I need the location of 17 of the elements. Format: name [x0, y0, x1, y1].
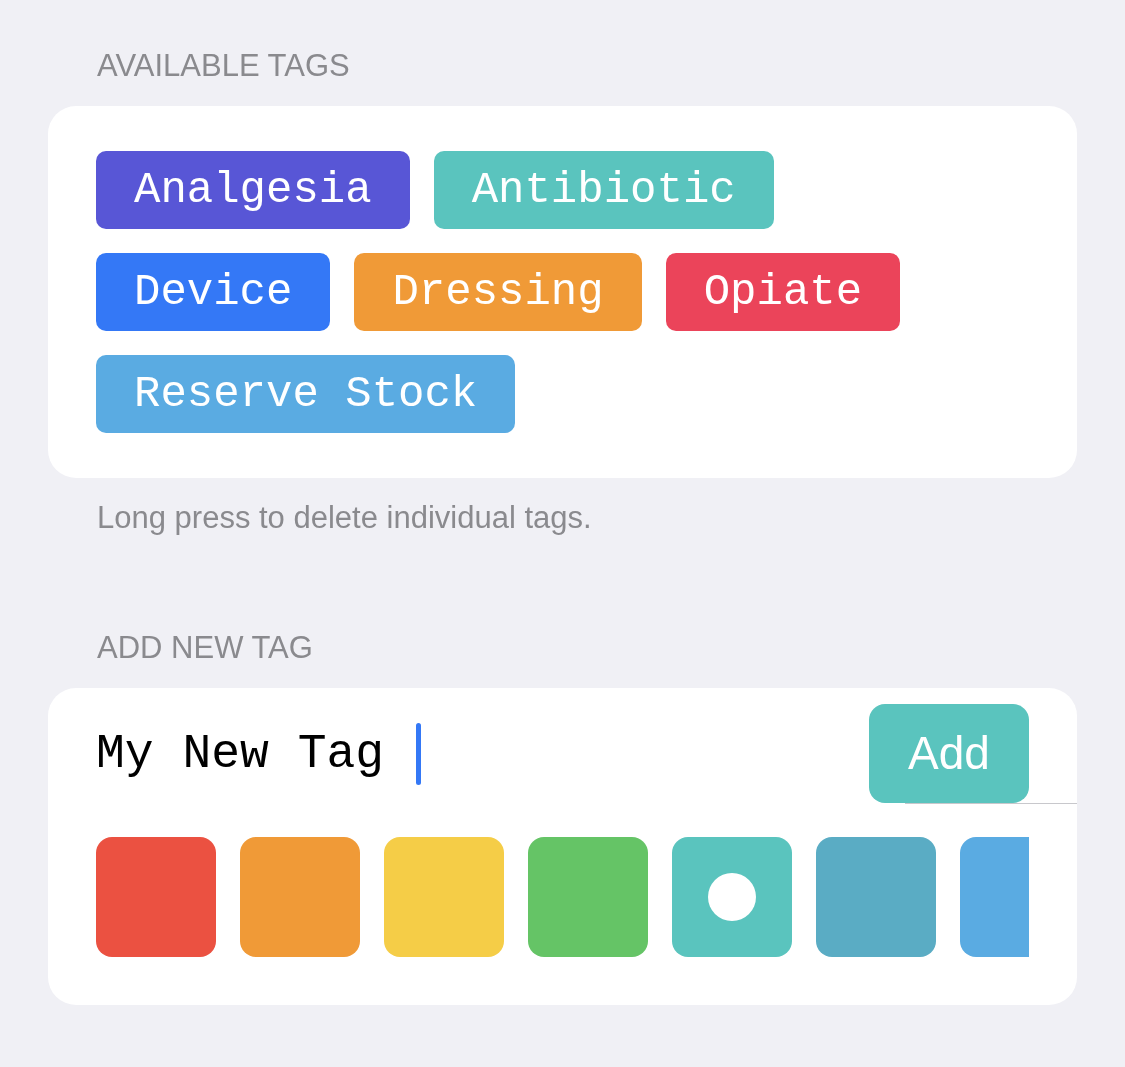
tag-chip[interactable]: Opiate: [665, 253, 901, 331]
color-swatch[interactable]: [96, 837, 216, 957]
tag-chip[interactable]: Reserve Stock: [96, 355, 516, 433]
tag-name-field[interactable]: My New Tag: [96, 717, 396, 790]
tag-chip[interactable]: Analgesia: [96, 151, 410, 229]
color-swatch[interactable]: [528, 837, 648, 957]
color-swatch[interactable]: [816, 837, 936, 957]
tag-chip[interactable]: Device: [96, 253, 331, 331]
tag-chip[interactable]: Dressing: [354, 253, 642, 331]
color-swatch[interactable]: [384, 837, 504, 957]
color-swatch[interactable]: [672, 837, 792, 957]
section-header: ADD NEW TAG: [97, 629, 313, 667]
color-swatch[interactable]: [240, 837, 360, 957]
hint-text: Long press to delete individual tags.: [97, 499, 592, 537]
section-header: AVAILABLE TAGS: [97, 47, 350, 85]
add-button[interactable]: Add: [869, 704, 1029, 803]
tag-chip[interactable]: Antibiotic: [433, 151, 774, 229]
